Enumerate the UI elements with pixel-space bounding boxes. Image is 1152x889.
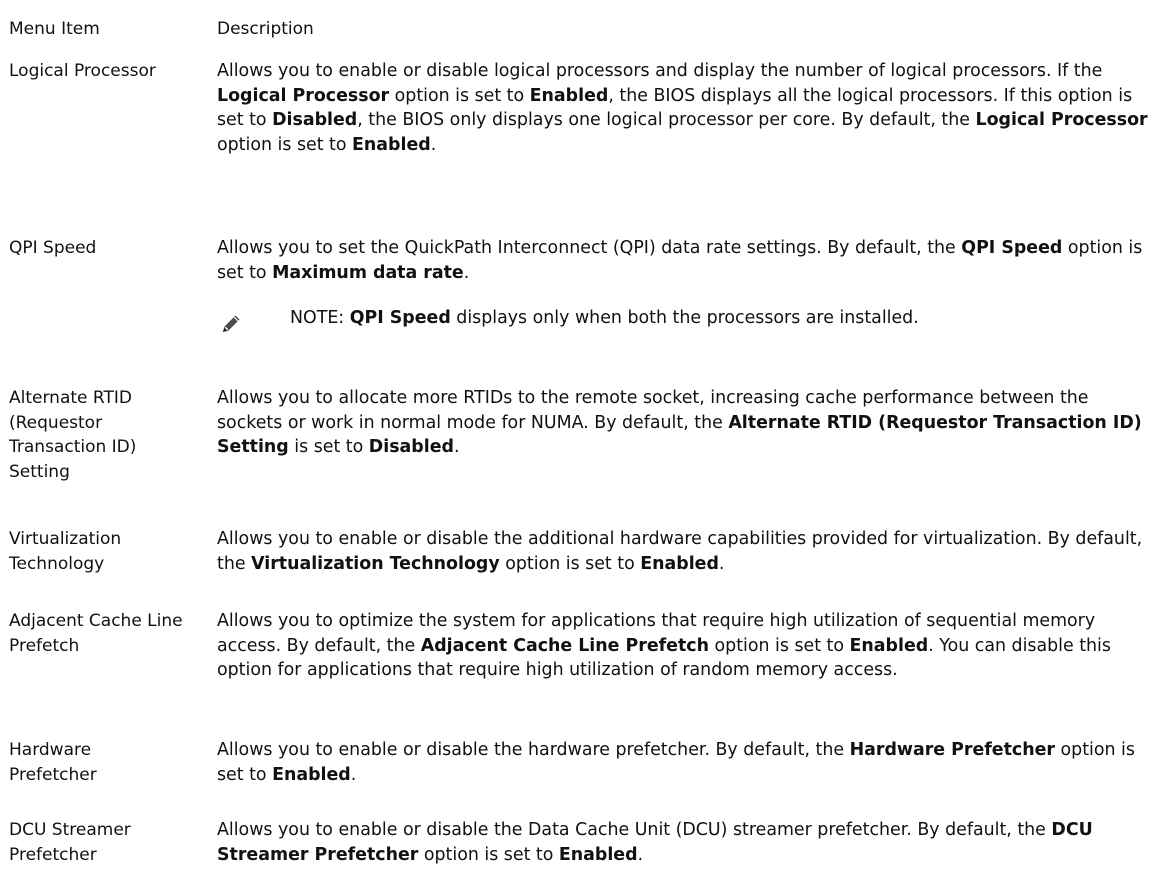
emphasis-text: QPI Speed (961, 238, 1063, 258)
menu-item-name: Hardware Prefetcher (9, 740, 97, 785)
menu-item-description: Allows you to enable or disable the Data… (217, 818, 1149, 867)
text-segment: displays only when both the processors a… (450, 308, 919, 328)
text-segment: , the BIOS only displays one logical pro… (357, 110, 976, 130)
emphasis-text: Enabled (558, 844, 638, 865)
pencil-note-icon (223, 315, 240, 332)
description-column-header: Description (217, 19, 314, 39)
menu-item-column-header: Menu Item (9, 19, 100, 39)
emphasis-text: Disabled (272, 110, 358, 130)
text-segment: Allows you to enable or disable logical … (217, 61, 1103, 81)
emphasis-text: Logical Processor (975, 110, 1148, 130)
menu-item-name: DCU Streamer Prefetcher (9, 820, 131, 865)
menu-item-name: QPI Speed (9, 238, 97, 258)
emphasis-text: QPI Speed (349, 308, 451, 328)
text-segment: . (463, 262, 470, 283)
text-segment: NOTE: (290, 308, 350, 328)
text-segment: . (637, 844, 644, 865)
menu-item-name: Adjacent Cache Line Prefetch (9, 611, 183, 656)
menu-item-description: Allows you to set the QuickPath Intercon… (217, 236, 1149, 285)
emphasis-text: Virtualization Technology (251, 553, 500, 574)
text-segment: . (718, 553, 725, 574)
menu-item-name: Logical Processor (9, 61, 156, 81)
text-segment: option is set to (418, 844, 559, 865)
text-segment: . (350, 764, 357, 785)
text-segment: option is set to (499, 553, 641, 574)
text-segment: Allows you to set the QuickPath Intercon… (217, 238, 962, 258)
bios-settings-table: Menu Item Description Logical Processor … (0, 0, 1152, 889)
text-segment: Allows you to enable or disable the hard… (217, 740, 850, 760)
text-segment: Allows you to enable or disable the Data… (217, 820, 1052, 840)
text-segment: . (430, 134, 437, 155)
note-text: NOTE: QPI Speed displays only when both … (290, 306, 919, 331)
menu-item-description: Allows you to enable or disable logical … (217, 59, 1149, 157)
menu-item-description: Allows you to enable or disable the hard… (217, 738, 1149, 787)
emphasis-text: Enabled (640, 553, 719, 574)
emphasis-text: Enabled (529, 85, 609, 106)
text-segment: is set to (288, 437, 369, 457)
menu-item-name: Virtualization Technology (9, 529, 122, 574)
emphasis-text: Logical Processor (217, 85, 390, 106)
menu-item-description: Allows you to optimize the system for ap… (217, 609, 1149, 683)
emphasis-text: Hardware Prefetcher (849, 740, 1055, 760)
text-segment: option is set to (708, 635, 850, 656)
emphasis-text: Maximum data rate (272, 262, 464, 283)
menu-item-description: Allows you to allocate more RTIDs to the… (217, 386, 1149, 460)
text-segment: . (453, 437, 460, 457)
emphasis-text: Disabled (368, 437, 454, 457)
emphasis-text: Adjacent Cache Line Prefetch (420, 635, 709, 656)
emphasis-text: Enabled (849, 635, 929, 656)
text-segment: option is set to (217, 134, 353, 155)
menu-item-name: Alternate RTID (Requestor Transaction ID… (9, 388, 137, 482)
menu-item-description: Allows you to enable or disable the addi… (217, 527, 1149, 576)
emphasis-text: Enabled (272, 764, 351, 785)
text-segment: option is set to (389, 85, 530, 106)
emphasis-text: Enabled (352, 134, 431, 155)
